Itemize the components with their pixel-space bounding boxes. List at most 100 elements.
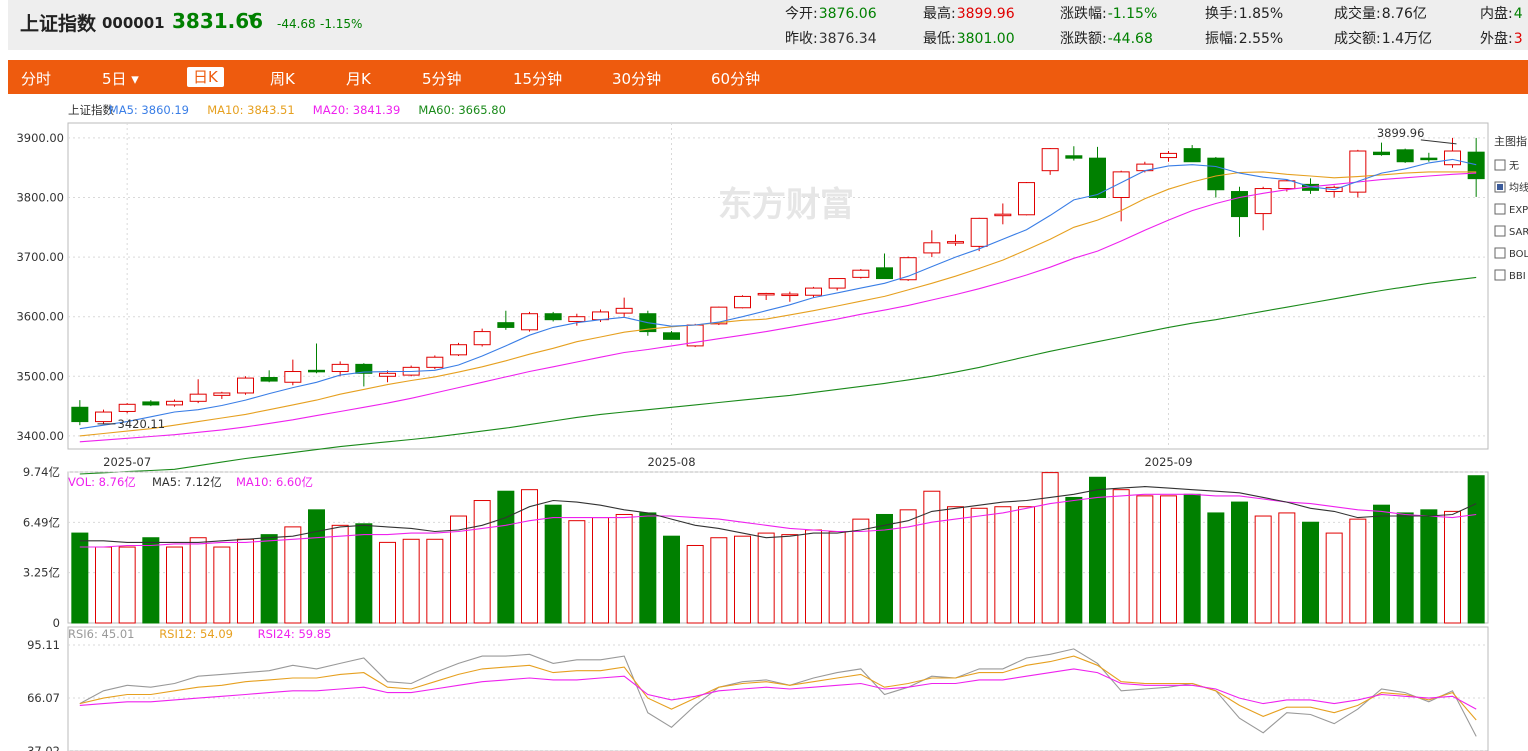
volume-bar — [781, 534, 799, 624]
chart-area: 上证指数MA5: 3860.19 MA10: 3843.51 MA20: 3841.… — [16, 103, 1528, 751]
tab-intraday[interactable]: 分时 — [21, 68, 51, 89]
low-annotation: 3420.11 — [118, 417, 166, 431]
indicator-checkbox[interactable] — [1494, 247, 1506, 259]
volume-bar — [308, 509, 325, 624]
volume-bar — [615, 513, 633, 624]
rsi-panel: RSI6: 45.01 RSI12: 54.09 RSI24: 59.85 95.11… — [27, 626, 1489, 751]
volume-panel: VOL: 8.76亿 MA5: 7.12亿 MA10: 6.60亿 9.74亿 6.49… — [23, 465, 1489, 630]
tab-weekly-k[interactable]: 周K — [270, 68, 295, 89]
tab-30min[interactable]: 30分钟 — [612, 68, 661, 89]
candle — [426, 356, 444, 368]
stat-high: 最高:3899.96 — [923, 6, 1015, 22]
volume-bar — [828, 531, 846, 624]
volume-bar — [663, 535, 680, 624]
volume-bar — [260, 534, 278, 624]
tab-60min[interactable]: 60分钟 — [711, 68, 760, 89]
stat-inner: 内盘:4 — [1480, 6, 1523, 22]
volume-bar — [426, 538, 444, 624]
volume-bar — [970, 507, 988, 624]
volume-bar — [379, 541, 396, 624]
indicator-option-label: BOLL — [1509, 249, 1528, 260]
rsi24-line — [79, 668, 1477, 710]
volume-bar — [639, 512, 657, 624]
volume-bar — [1302, 521, 1319, 624]
candle — [923, 242, 941, 254]
candle — [734, 295, 751, 309]
indicator-selector: 主图指无均线 EXPM SAR BOLL BBI — [1494, 134, 1528, 282]
vol-y-tick: 3.25亿 — [23, 566, 60, 580]
candle — [663, 332, 680, 340]
candle — [142, 401, 160, 406]
tab-5day[interactable]: 5日 ▾ — [102, 68, 139, 89]
stat-turnover: 换手:1.85% — [1205, 6, 1284, 22]
candle — [1183, 148, 1201, 163]
high-annotation: 3899.96 — [1377, 126, 1425, 140]
stat-outer: 外盘:3 — [1480, 31, 1523, 47]
candle — [805, 287, 822, 296]
indicator-checkbox[interactable] — [1494, 203, 1506, 215]
volume-bar — [568, 520, 586, 624]
vol-y-tick: 0 — [53, 616, 60, 630]
tab-5min[interactable]: 5分钟 — [422, 68, 462, 89]
volume-bar — [1254, 515, 1272, 624]
tab-15min[interactable]: 15分钟 — [513, 68, 562, 89]
volume-bar — [686, 544, 704, 624]
kline-x-tick: 2025-09 — [1144, 455, 1192, 469]
candle — [1112, 171, 1130, 198]
candle — [95, 411, 112, 423]
volume-bar — [1325, 532, 1343, 624]
volume-bar — [994, 506, 1012, 624]
stat-prev-close: 昨收:3876.34 — [785, 31, 877, 47]
watermark: 东方财富 — [718, 185, 854, 225]
kline-legend-4: MA60: 3665.80 — [418, 103, 506, 117]
candle — [592, 311, 609, 321]
tab-monthly-k[interactable]: 月K — [346, 68, 371, 89]
kline-legend-1: MA5: 3860.19 — [109, 103, 189, 117]
vol-y-tick: 9.74亿 — [23, 465, 60, 479]
candle — [852, 269, 870, 278]
indicator-checkbox[interactable] — [1494, 159, 1506, 171]
indicator-checkbox[interactable] — [1494, 269, 1506, 281]
volume-bar — [213, 546, 231, 624]
period-tab-bar: 分时 5日 ▾ 日K 周K 月K 5分钟 15分钟 30分钟 60分钟 — [8, 60, 1528, 94]
volume-bar — [284, 526, 302, 624]
volume-bar — [473, 500, 491, 624]
stat-volume: 成交量:8.76亿 — [1334, 6, 1427, 22]
candle — [521, 313, 538, 331]
indicator-option-label: SAR — [1509, 227, 1528, 238]
volume-bar — [142, 537, 160, 624]
candle — [308, 369, 325, 373]
volume-bar — [497, 490, 515, 624]
volume-bar — [1207, 512, 1225, 624]
candle — [970, 217, 988, 247]
indicator-checkbox[interactable] — [1494, 225, 1506, 237]
stock-name: 上证指数 — [20, 13, 97, 35]
candle — [828, 278, 846, 289]
vol-legend-0: VOL: 8.76亿 — [68, 475, 136, 489]
volume-bar — [592, 517, 609, 624]
kline-legend-2: MA10: 3843.51 — [207, 103, 295, 117]
candle — [1467, 151, 1485, 180]
candle — [615, 307, 633, 314]
candle — [379, 372, 396, 377]
stat-change-abs: 涨跌额:-44.68 — [1060, 31, 1153, 47]
volume-bar — [402, 538, 420, 624]
tab-daily-k[interactable]: 日K — [187, 67, 224, 87]
candle — [331, 363, 349, 373]
candle — [473, 331, 491, 346]
volume-bar — [331, 524, 349, 624]
kline-y-tick: 3500.00 — [16, 369, 64, 383]
candle — [1065, 155, 1083, 159]
kline-panel: 上证指数MA5: 3860.19 MA10: 3843.51 MA20: 3841.… — [16, 103, 1489, 475]
vol-legend-2: MA10: 6.60亿 — [236, 475, 313, 489]
candle — [1160, 152, 1177, 159]
candle — [1231, 191, 1248, 218]
kline-legend-3: MA20: 3841.39 — [313, 103, 401, 117]
candle — [1041, 148, 1059, 172]
volume-bar — [1444, 510, 1461, 624]
candle — [1018, 182, 1035, 216]
candle — [450, 344, 467, 356]
price-change: -44.68 — [277, 17, 316, 31]
volume-bar — [118, 546, 136, 624]
indicator-option-label: 均线 — [1509, 181, 1528, 194]
